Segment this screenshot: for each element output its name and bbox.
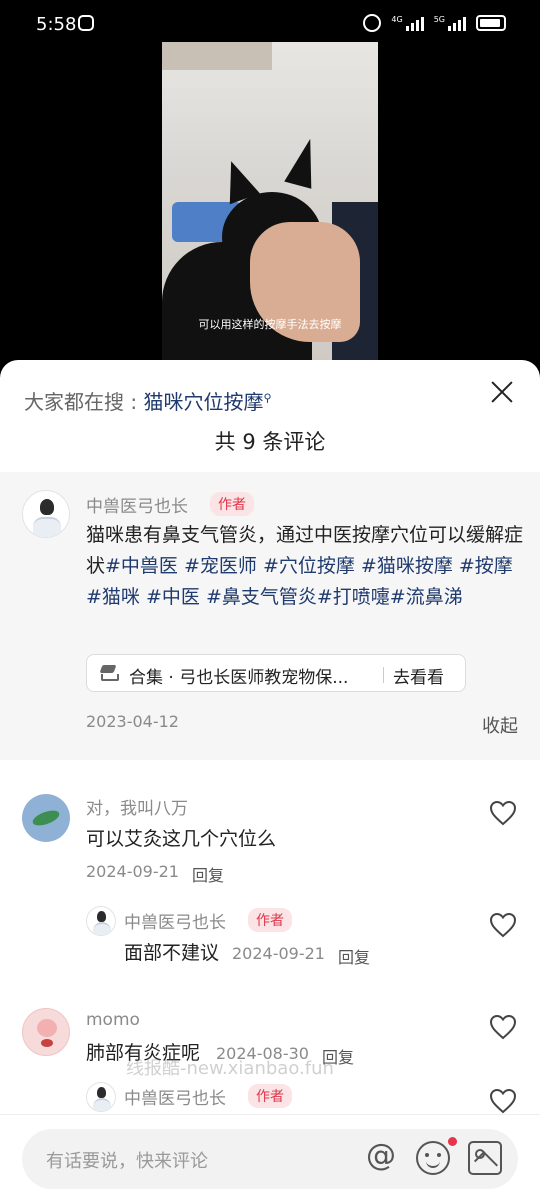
search-icon: ⚲ (263, 391, 272, 405)
comment-input-placeholder: 有话要说，快来评论 (46, 1151, 208, 1172)
watermark: 线报酷-new.xianbao.fun (126, 1058, 334, 1079)
comment-input-bar: 有话要说，快来评论 @ (0, 1114, 540, 1200)
avatar[interactable] (86, 906, 116, 936)
video-subtitle: 可以用这样的按摩手法去按摩 (198, 318, 342, 331)
collapse-button[interactable]: 收起 (482, 712, 518, 738)
reply-username[interactable]: 中兽医弓也长 (124, 1084, 226, 1109)
hashtag[interactable]: #鼻支气管炎 (206, 586, 317, 608)
reply-button[interactable]: 回复 (192, 862, 224, 886)
alarm-icon (363, 14, 382, 32)
avatar[interactable] (86, 1082, 116, 1112)
comment-date: 2024-09-21 (86, 862, 179, 881)
signal-label: 4G (391, 15, 403, 24)
image-icon[interactable] (468, 1141, 502, 1175)
hashtag[interactable]: #按摩 (459, 555, 513, 577)
layers-icon (99, 665, 119, 681)
avatar[interactable] (22, 490, 70, 538)
author-post: 中兽医弓也长 作者 猫咪患有鼻支气管炎，通过中医按摩穴位可以缓解症状#中兽医 #… (0, 472, 540, 760)
comment-input[interactable]: 有话要说，快来评论 @ (22, 1129, 518, 1189)
hashtag[interactable]: #打喷嚏 (317, 586, 390, 608)
signal-label-2: 5G (433, 15, 445, 24)
video-player[interactable]: 可以用这样的按摩手法去按摩 (162, 42, 378, 364)
heart-icon[interactable] (489, 912, 517, 938)
author-badge: 作者 (248, 908, 292, 932)
heart-icon[interactable] (489, 1014, 517, 1040)
hashtag[interactable]: #宠医师 (184, 555, 257, 577)
emoji-icon[interactable] (416, 1141, 450, 1175)
comments-sheet: 大家都在搜 : 猫咪穴位按摩⚲ 共 9 条评论 中兽医弓也长 作者 猫咪患有鼻支… (0, 360, 540, 1200)
battery-icon (476, 15, 506, 31)
cat-ear-right (284, 135, 324, 189)
author-badge: 作者 (210, 492, 254, 516)
search-suggestion[interactable]: 大家都在搜 : 猫咪穴位按摩⚲ (24, 386, 272, 415)
hashtag[interactable]: #猫咪 (86, 586, 140, 608)
collection-link[interactable]: 合集 · 弓也长医师教宠物保... 去看看 (86, 654, 466, 692)
collection-go-button[interactable]: 去看看 (393, 663, 444, 688)
notification-dot (448, 1137, 457, 1146)
reply-username[interactable]: 中兽医弓也长 (124, 908, 226, 933)
reply-date: 2024-09-21 (232, 944, 325, 963)
mention-icon[interactable]: @ (366, 1138, 400, 1173)
reply-button[interactable]: 回复 (338, 944, 370, 968)
hashtag[interactable]: #中医 (146, 586, 200, 608)
comment-username[interactable]: momo (86, 1010, 140, 1030)
author-username[interactable]: 中兽医弓也长 (86, 492, 188, 517)
author-badge: 作者 (248, 1084, 292, 1108)
signal-icon: 4G (391, 15, 424, 31)
collection-label: 合集 · 弓也长医师教宠物保... (129, 668, 349, 688)
hashtag[interactable]: #流鼻涕 (390, 586, 463, 608)
notification-icon (78, 15, 94, 31)
status-icons: 4G 5G (363, 14, 506, 32)
avatar[interactable] (22, 794, 70, 842)
heart-icon[interactable] (489, 800, 517, 826)
reply-text: 面部不建议 (124, 942, 220, 964)
avatar[interactable] (22, 1008, 70, 1056)
status-time: 5:58 (36, 14, 77, 35)
post-date: 2023-04-12 (86, 712, 179, 731)
search-term[interactable]: 猫咪穴位按摩 (143, 390, 263, 414)
hashtag[interactable]: #穴位按摩 (263, 555, 355, 577)
comment-text: 可以艾灸这几个穴位么 (86, 828, 277, 850)
comment-count-title: 共 9 条评论 (214, 430, 326, 454)
collection-divider (383, 667, 384, 683)
hashtag[interactable]: #中兽医 (105, 555, 178, 577)
comment-username[interactable]: 对，我叫八万 (86, 794, 188, 819)
post-text: 猫咪患有鼻支气管炎，通过中医按摩穴位可以缓解症状#中兽医 #宠医师 #穴位按摩 … (86, 520, 524, 613)
hashtag[interactable]: #猫咪按摩 (361, 555, 453, 577)
video-background-shelf (162, 42, 272, 70)
search-prefix: 大家都在搜 : (24, 390, 144, 414)
close-icon[interactable] (490, 380, 514, 404)
heart-icon[interactable] (489, 1088, 517, 1114)
signal-icon-2: 5G (434, 15, 466, 31)
